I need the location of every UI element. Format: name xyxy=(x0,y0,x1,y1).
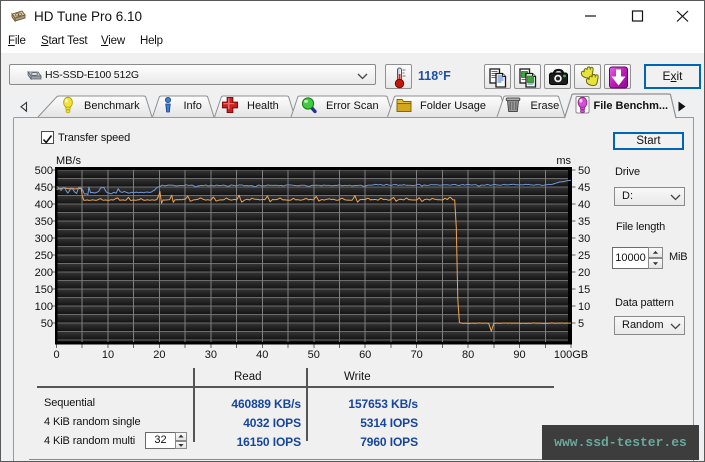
svg-text:90: 90 xyxy=(513,349,525,361)
svg-text:50: 50 xyxy=(41,318,53,330)
svg-text:ms: ms xyxy=(556,155,571,167)
svg-text:Info: Info xyxy=(184,100,202,112)
svg-text:10: 10 xyxy=(102,349,114,361)
svg-text:0: 0 xyxy=(53,349,59,361)
svg-text:50: 50 xyxy=(578,165,590,177)
svg-text:35: 35 xyxy=(578,216,590,228)
svg-text:Erase: Erase xyxy=(531,100,560,112)
svg-text:Folder Usage: Folder Usage xyxy=(420,100,486,112)
svg-text:400: 400 xyxy=(35,199,53,211)
svg-text:40: 40 xyxy=(578,199,590,211)
svg-text:File Benchm...: File Benchm... xyxy=(594,100,669,112)
svg-text:150: 150 xyxy=(35,284,53,296)
svg-text:Benchmark: Benchmark xyxy=(84,100,140,112)
svg-text:300: 300 xyxy=(35,233,53,245)
svg-text:20: 20 xyxy=(578,267,590,279)
svg-text:100GB: 100GB xyxy=(554,349,588,361)
svg-text:200: 200 xyxy=(35,267,53,279)
svg-text:60: 60 xyxy=(359,349,371,361)
svg-text:100: 100 xyxy=(35,301,53,313)
svg-text:30: 30 xyxy=(578,233,590,245)
svg-text:250: 250 xyxy=(35,250,53,262)
svg-text:15: 15 xyxy=(578,284,590,296)
svg-text:70: 70 xyxy=(411,349,423,361)
svg-text:20: 20 xyxy=(153,349,165,361)
svg-text:Error Scan: Error Scan xyxy=(326,100,379,112)
svg-text:40: 40 xyxy=(256,349,268,361)
svg-text:450: 450 xyxy=(35,182,53,194)
svg-text:30: 30 xyxy=(205,349,217,361)
svg-text:500: 500 xyxy=(35,165,53,177)
svg-text:25: 25 xyxy=(578,250,590,262)
svg-text:MB/s: MB/s xyxy=(56,155,82,167)
svg-text:80: 80 xyxy=(462,349,474,361)
svg-text:10: 10 xyxy=(578,301,590,313)
svg-text:45: 45 xyxy=(578,182,590,194)
svg-text:50: 50 xyxy=(308,349,320,361)
svg-text:Health: Health xyxy=(247,100,279,112)
svg-text:350: 350 xyxy=(35,216,53,228)
svg-text:5: 5 xyxy=(578,318,584,330)
